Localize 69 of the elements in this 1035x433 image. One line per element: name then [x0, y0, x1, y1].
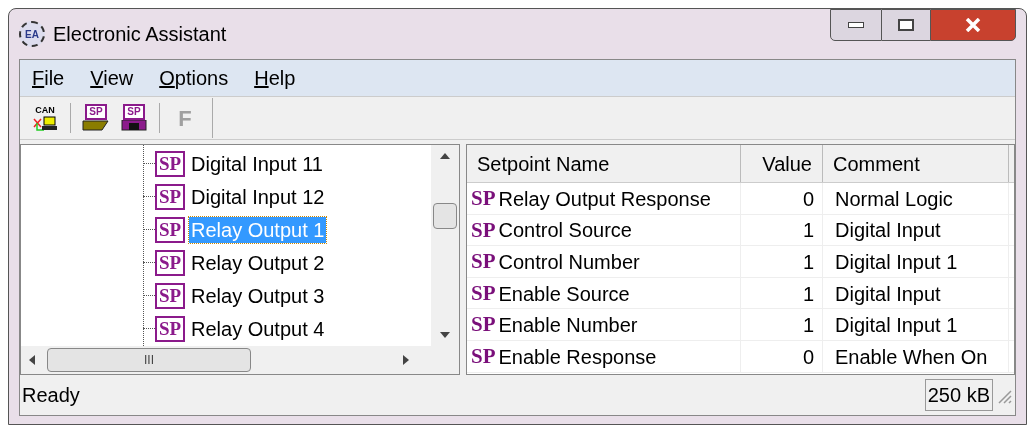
size-indicator: 250 kB [924, 379, 993, 411]
sp-icon: SP [155, 150, 185, 177]
menu-item[interactable]: Help [254, 63, 296, 93]
sp-icon: SP [471, 183, 496, 215]
sp-icon: SP [471, 277, 496, 310]
sp-icon: SP [155, 183, 185, 210]
menu-item[interactable]: Options [159, 63, 229, 93]
table-cell-text: Digital Input 1 [835, 249, 958, 275]
sp-label: SP [85, 104, 107, 120]
vertical-scrollbar[interactable] [431, 145, 459, 346]
table-cell-text: Normal Logic [835, 186, 953, 212]
table-cell-text: Enable Number [498, 313, 638, 339]
scroll-thumb[interactable] [433, 202, 457, 229]
minimize-button[interactable] [830, 9, 882, 41]
table-cell-text: 1 [802, 313, 814, 339]
table-cell-text: 1 [802, 249, 814, 275]
close-icon [965, 18, 981, 32]
sp-label: SP [123, 104, 145, 120]
table-cell-text: 0 [802, 344, 814, 370]
scroll-up-icon [440, 153, 450, 159]
table-cell-text: Control Source [498, 218, 632, 244]
table-cell-text: Enable Response [498, 344, 657, 370]
table-cell-text: 1 [802, 281, 814, 307]
column-header[interactable]: Setpoint Name [467, 145, 741, 182]
sp-icon: SP [471, 246, 496, 278]
sp-icon: SP [471, 340, 496, 373]
table-cell-text: 1 [802, 218, 814, 244]
sp-icon: SP [155, 282, 185, 309]
scroll-left-icon [29, 355, 35, 365]
column-header[interactable]: Comment [823, 145, 1009, 182]
table-cell-text: Digital Input [835, 281, 941, 307]
sp-icon: SP [471, 214, 496, 247]
horizontal-scrollbar[interactable]: III [21, 346, 459, 374]
sp-icon: SP [155, 216, 185, 243]
menu-item[interactable]: File [32, 63, 65, 93]
network-connect-button[interactable]: CAN [28, 101, 62, 135]
sp-icon: SP [155, 315, 185, 342]
app-icon: EA [19, 21, 45, 47]
table-cell-text: Enable When On [835, 344, 988, 370]
tree-item[interactable]: Digital Input 11 [189, 150, 325, 177]
scroll-down-icon [440, 332, 450, 338]
table-cell-text: Digital Input 1 [835, 313, 958, 339]
table-cell-text: Relay Output Response [498, 186, 711, 212]
table-cell-text: Enable Source [498, 281, 630, 307]
table-cell-text: Control Number [498, 249, 640, 275]
tree-item[interactable]: Relay Output 3 [189, 282, 327, 309]
maximize-button[interactable] [882, 9, 930, 41]
maximize-icon [898, 19, 914, 31]
scroll-right-icon [403, 355, 409, 365]
menu-item[interactable]: View [90, 63, 134, 93]
window-title: Electronic Assistant [53, 22, 227, 47]
scroll-thumb[interactable]: III [47, 348, 251, 372]
tree-item[interactable]: Digital Input 12 [189, 183, 327, 210]
computer-icon [32, 114, 58, 131]
save-file-button[interactable]: SP [117, 101, 151, 135]
sp-icon: SP [155, 249, 185, 276]
folder-icon [82, 120, 110, 131]
minimize-icon [848, 22, 864, 28]
open-file-button[interactable]: SP [79, 101, 113, 135]
can-label: CAN [35, 105, 55, 115]
column-header[interactable]: Value [741, 145, 823, 182]
sp-icon: SP [471, 309, 496, 341]
tree-item[interactable]: Relay Output 2 [189, 249, 327, 276]
table-cell-text: Digital Input [835, 218, 941, 244]
floppy-icon [120, 120, 148, 131]
tree-item[interactable]: Relay Output 4 [189, 315, 327, 342]
table-cell-text: 0 [802, 186, 814, 212]
status-text: Ready [22, 383, 80, 408]
close-button[interactable] [930, 9, 1016, 41]
